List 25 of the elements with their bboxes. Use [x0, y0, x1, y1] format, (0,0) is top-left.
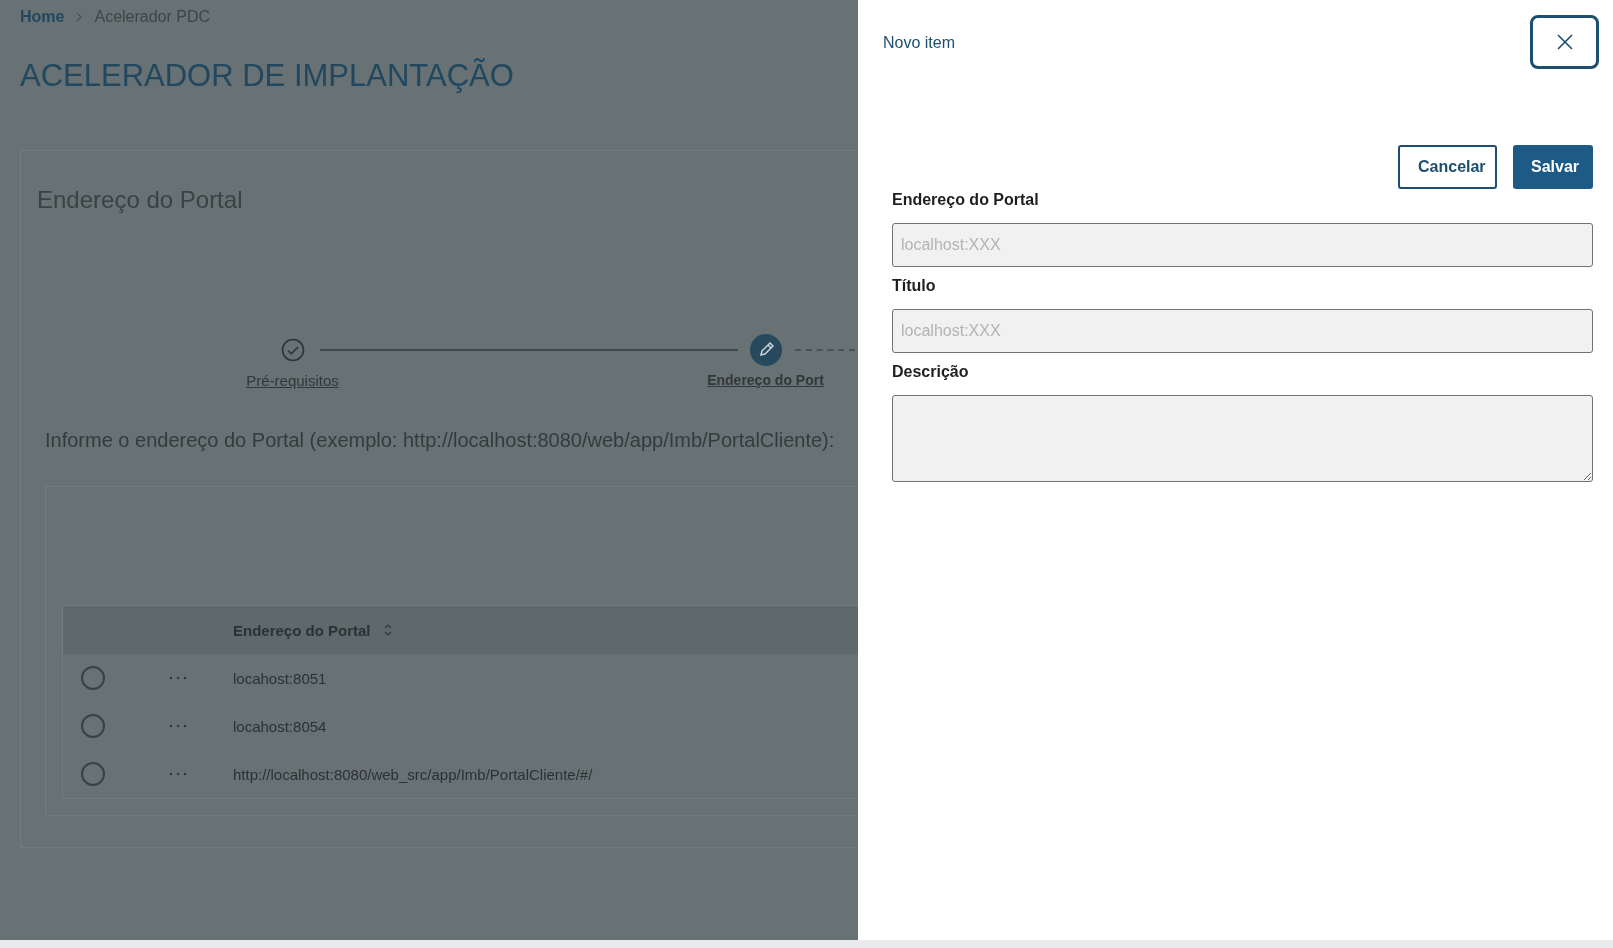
breadcrumb-link[interactable]: Home — [20, 8, 65, 26]
input-field[interactable]: localhost:XXX — [892, 223, 1593, 267]
page-title: ACELERADOR DE IMPLANTAÇÃO — [20, 58, 515, 95]
more-options-icon — [169, 724, 187, 728]
radio-button[interactable] — [81, 762, 105, 786]
sort-icon — [382, 623, 393, 637]
input-field[interactable]: localhost:XXX — [892, 309, 1593, 353]
field-label: Descrição — [892, 363, 970, 382]
close-button[interactable] — [1530, 15, 1599, 69]
more-options-icon — [169, 772, 187, 776]
step-link[interactable]: Pré-requisitos — [246, 372, 339, 389]
close-icon — [1555, 33, 1574, 51]
field-label: Título — [892, 277, 937, 296]
more-options-icon — [169, 676, 187, 680]
field-label: Endereço do Portal — [892, 191, 1040, 210]
table-cell: http://localhost:8080/web_src/app/Imb/PortalCliente/#/ — [233, 765, 593, 783]
textarea-field[interactable] — [892, 395, 1593, 482]
cancel-button[interactable]: Cancelar — [1398, 145, 1497, 189]
table-cell: locahost:8051 — [233, 669, 327, 687]
radio-button[interactable] — [81, 714, 105, 738]
radio-button[interactable] — [81, 666, 105, 690]
save-button[interactable]: Salvar — [1513, 145, 1593, 189]
panel-title: Novo item — [883, 34, 956, 52]
table-cell: locahost:8054 — [233, 717, 327, 735]
step-link[interactable]: Endereço do Port — [707, 372, 824, 388]
